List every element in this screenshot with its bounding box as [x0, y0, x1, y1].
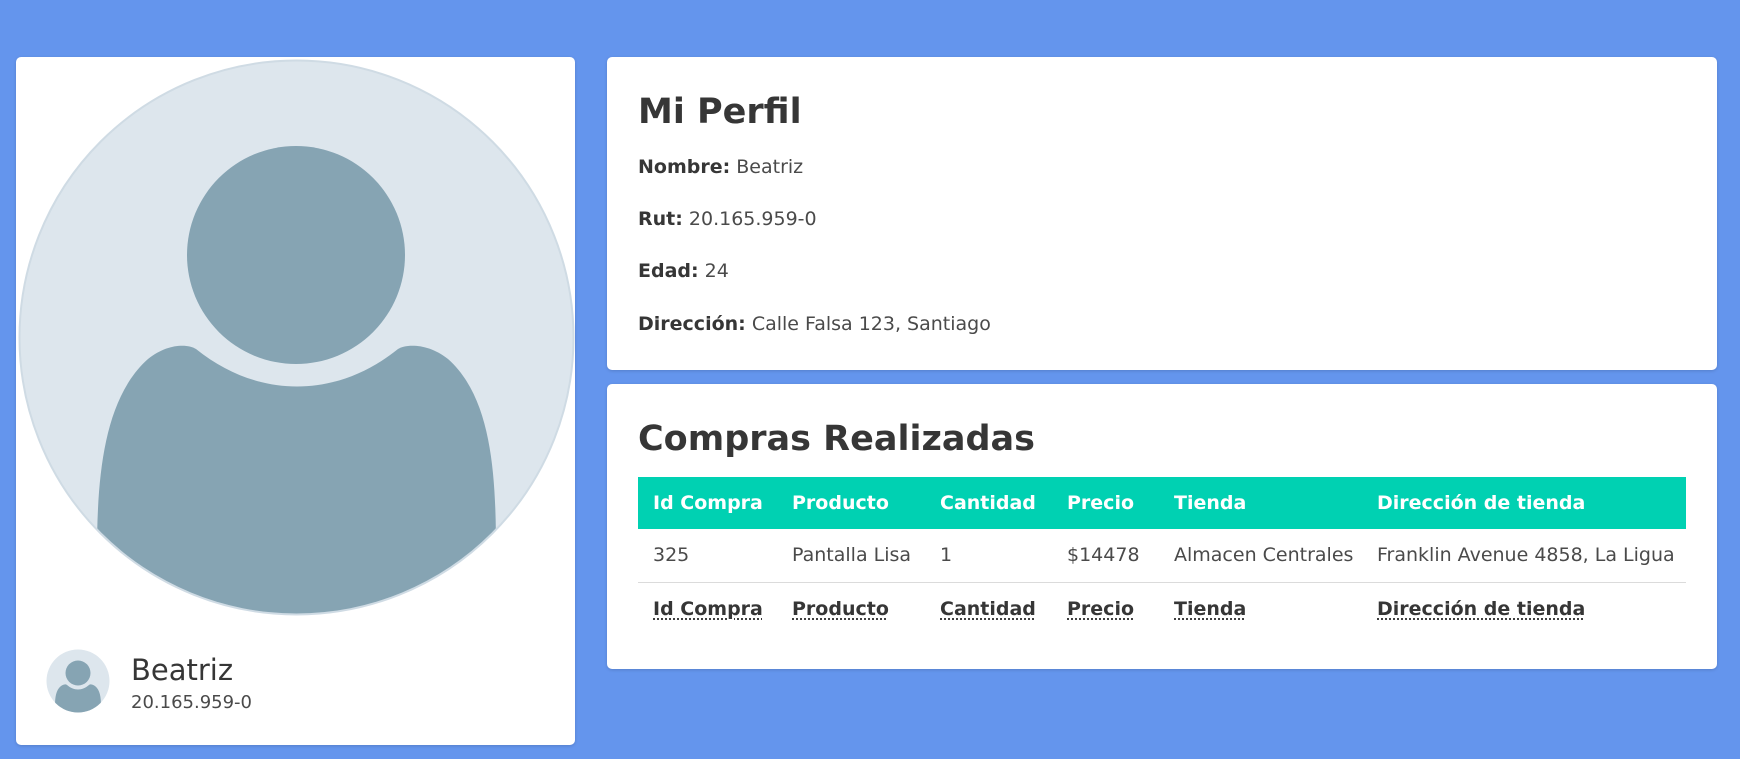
user-rut: 20.165.959-0: [131, 692, 253, 713]
table-footer-row: Id Compra Producto Cantidad Precio Tiend…: [638, 582, 1686, 636]
table-cell: 325: [653, 544, 690, 567]
profile-card: Beatriz 20.165.959-0: [16, 57, 575, 745]
column-header: Tienda: [1174, 492, 1247, 514]
column-footer: Cantidad: [940, 598, 1036, 621]
field-label: Dirección:: [638, 313, 746, 335]
column-footer: Dirección de tienda: [1377, 598, 1586, 621]
field-rut: Rut: 20.165.959-0: [638, 207, 817, 231]
field-label: Nombre:: [638, 156, 731, 178]
field-edad: Edad: 24: [638, 259, 729, 283]
profile-info-card: Mi Perfil Nombre: Beatriz Rut: 20.165.95…: [607, 57, 1717, 370]
field-label: Rut:: [638, 208, 683, 230]
table-header-row: Id Compra Producto Cantidad Precio Tiend…: [638, 477, 1686, 529]
user-thumbnail-icon: [46, 649, 110, 712]
column-header: Precio: [1067, 492, 1135, 514]
field-value: Beatriz: [736, 156, 804, 178]
table-cell: Pantalla Lisa: [792, 544, 912, 567]
profile-title: Mi Perfil: [638, 92, 802, 132]
user-avatar-icon: [18, 59, 575, 616]
user-name: Beatriz: [131, 653, 234, 687]
field-value: Calle Falsa 123, Santiago: [751, 313, 991, 335]
user-summary: Beatriz 20.165.959-0: [46, 647, 252, 714]
purchases-title: Compras Realizadas: [638, 419, 1035, 459]
column-header: Dirección de tienda: [1377, 492, 1586, 514]
field-nombre: Nombre: Beatriz: [638, 155, 803, 179]
purchases-card: Compras Realizadas Id Compra Producto Ca…: [607, 384, 1717, 669]
column-header: Producto: [792, 492, 889, 514]
column-footer: Producto: [792, 598, 889, 621]
table-cell: Franklin Avenue 4858, La Ligua: [1377, 544, 1675, 567]
table-cell: Almacen Centrales: [1174, 544, 1354, 567]
field-label: Edad:: [638, 260, 699, 282]
table-row: 325 Pantalla Lisa 1 $14478 Almacen Centr…: [638, 529, 1686, 582]
table-cell: 1: [940, 544, 953, 567]
column-footer: Tienda: [1174, 598, 1247, 621]
field-value: 20.165.959-0: [688, 208, 817, 230]
column-footer: Precio: [1067, 598, 1135, 621]
purchases-table: Id Compra Producto Cantidad Precio Tiend…: [638, 477, 1686, 636]
column-header: Id Compra: [653, 492, 763, 514]
column-footer: Id Compra: [653, 598, 763, 621]
field-value: 24: [704, 260, 729, 282]
column-header: Cantidad: [940, 492, 1036, 514]
field-direccion: Dirección: Calle Falsa 123, Santiago: [638, 312, 991, 336]
table-cell: $14478: [1067, 544, 1140, 567]
